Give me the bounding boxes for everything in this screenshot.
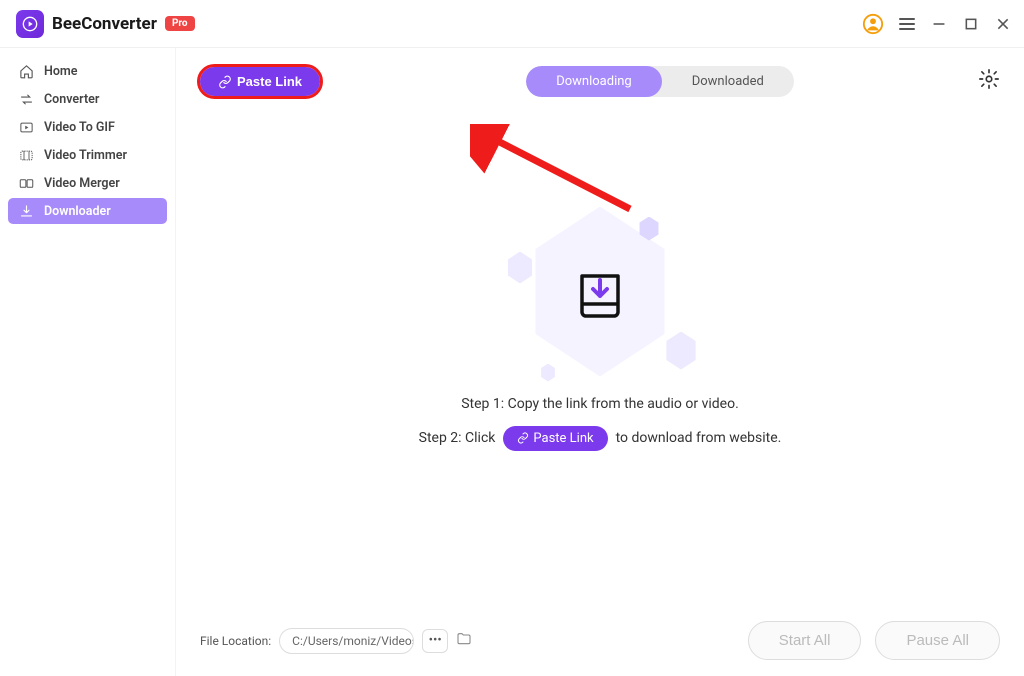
sidebar-item-video-to-gif[interactable]: Video To GIF xyxy=(8,114,167,140)
sidebar-item-label: Home xyxy=(44,64,78,79)
maximize-icon[interactable] xyxy=(962,15,980,33)
download-tray-icon xyxy=(568,260,632,324)
account-icon[interactable] xyxy=(862,13,884,35)
sidebar-item-converter[interactable]: Converter xyxy=(8,86,167,112)
step2-row: Step 2: Click Paste Link to download fro… xyxy=(419,426,782,451)
center-placeholder: Step 1: Copy the link from the audio or … xyxy=(176,77,1024,575)
sidebar-item-label: Video Merger xyxy=(44,176,120,191)
step1-text: Step 1: Copy the link from the audio or … xyxy=(461,396,739,412)
app-name: BeeConverter xyxy=(52,14,157,34)
pause-all-button[interactable]: Pause All xyxy=(875,621,1000,660)
menu-icon[interactable] xyxy=(898,15,916,33)
footer-buttons: Start All Pause All xyxy=(748,621,1000,660)
open-folder-icon[interactable] xyxy=(456,631,472,650)
gif-icon xyxy=(18,119,34,135)
sidebar: Home Converter Video To GIF Video Trimme… xyxy=(0,48,175,676)
paste-chip-label: Paste Link xyxy=(533,431,593,446)
paste-link-chip: Paste Link xyxy=(503,426,607,451)
sidebar-item-downloader[interactable]: Downloader xyxy=(8,198,167,224)
sidebar-item-label: Converter xyxy=(44,92,99,107)
link-icon xyxy=(517,432,529,444)
start-all-button[interactable]: Start All xyxy=(748,621,862,660)
app-logo xyxy=(16,10,44,38)
footer: File Location: C:/Users/moniz/Videos/Be … xyxy=(176,605,1024,676)
merge-icon xyxy=(18,175,34,191)
pro-badge: Pro xyxy=(165,16,195,31)
sidebar-item-label: Video To GIF xyxy=(44,120,115,135)
title-right xyxy=(862,13,1012,35)
browse-button[interactable]: ••• xyxy=(422,629,448,653)
title-left: BeeConverter Pro xyxy=(16,10,195,38)
file-location-label: File Location: xyxy=(200,634,271,648)
minimize-icon[interactable] xyxy=(930,15,948,33)
trim-icon xyxy=(18,147,34,163)
close-icon[interactable] xyxy=(994,15,1012,33)
sidebar-item-video-merger[interactable]: Video Merger xyxy=(8,170,167,196)
download-illustration xyxy=(500,202,700,382)
sidebar-item-label: Video Trimmer xyxy=(44,148,127,163)
download-icon xyxy=(18,203,34,219)
main: Paste Link Downloading Downloaded xyxy=(175,48,1024,676)
file-location-input[interactable]: C:/Users/moniz/Videos/Be xyxy=(279,628,414,654)
step2-post: to download from website. xyxy=(616,430,782,446)
home-icon xyxy=(18,63,34,79)
sidebar-item-home[interactable]: Home xyxy=(8,58,167,84)
titlebar: BeeConverter Pro xyxy=(0,0,1024,48)
sidebar-item-label: Downloader xyxy=(44,204,111,219)
sidebar-item-video-trimmer[interactable]: Video Trimmer xyxy=(8,142,167,168)
convert-icon xyxy=(18,91,34,107)
step2-pre: Step 2: Click xyxy=(419,430,496,446)
file-location: File Location: C:/Users/moniz/Videos/Be … xyxy=(200,628,472,654)
